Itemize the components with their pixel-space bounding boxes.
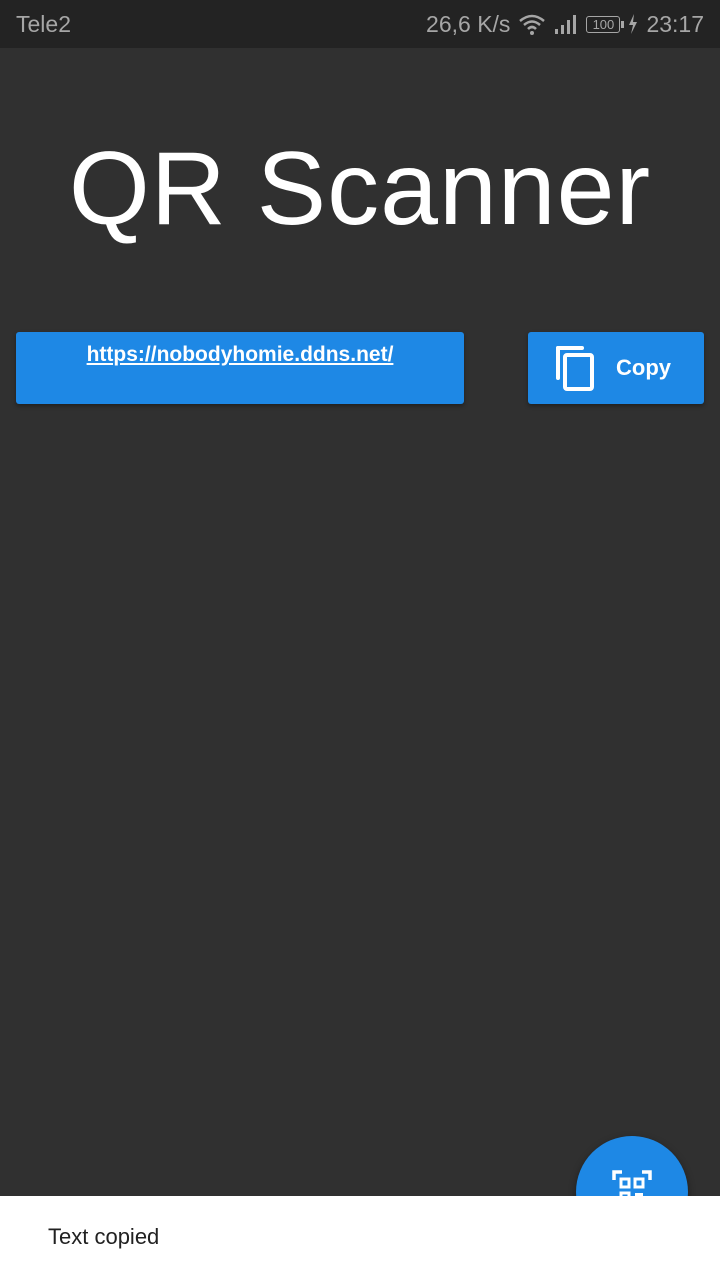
copy-button[interactable]: Copy [528, 332, 704, 404]
snackbar-message: Text copied [48, 1224, 160, 1249]
snackbar: Text copied [0, 1196, 720, 1280]
carrier-name: Tele2 [16, 11, 71, 37]
clock: 23:17 [646, 10, 704, 37]
network-speed: 26,6 K/s [426, 10, 511, 37]
scanned-url-link[interactable]: https://nobodyhomie.ddns.net/ [16, 332, 464, 404]
charging-icon [629, 14, 638, 34]
page-title: QR Scanner [68, 131, 652, 247]
signal-icon [555, 15, 577, 34]
scanned-url-text: https://nobodyhomie.ddns.net/ [86, 343, 394, 366]
status-bar: Tele2 26,6 K/s 100 23:17 [0, 0, 720, 48]
battery-icon: 100 [586, 15, 625, 33]
copy-button-label: Copy [616, 355, 671, 380]
status-icons: 26,6 K/s 100 23:17 [418, 11, 704, 37]
copy-icon [556, 346, 594, 391]
wifi-icon [519, 14, 546, 35]
